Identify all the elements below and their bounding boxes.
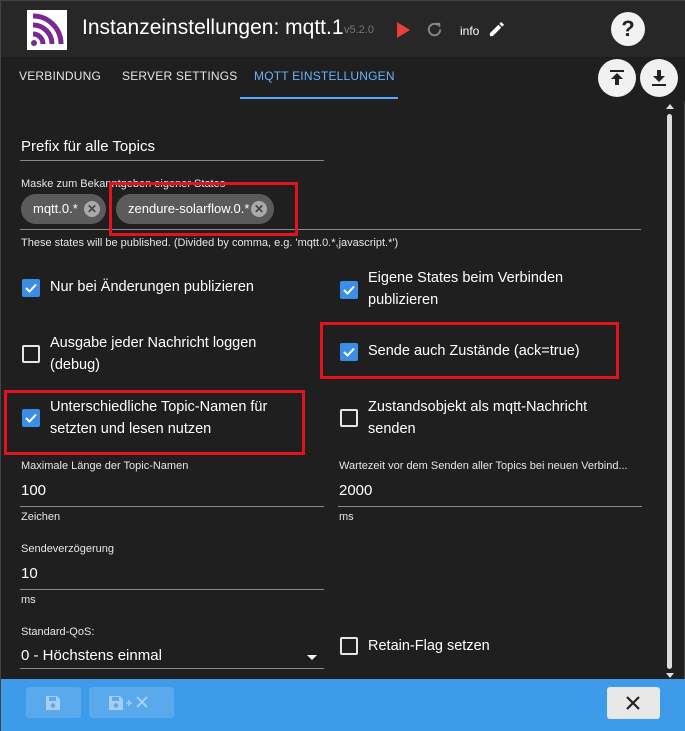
state-chip[interactable]: mqtt.0.* ✕ xyxy=(21,194,106,224)
pencil-icon[interactable] xyxy=(488,21,505,38)
checkmark-icon xyxy=(343,285,355,295)
upload-button[interactable] xyxy=(598,59,636,97)
state-object-label: Zustandsobjekt als mqtt-Nachricht senden xyxy=(368,399,588,437)
prefix-input-label[interactable]: Prefix für alle Topics xyxy=(21,138,155,155)
version-label: v5.2.0 xyxy=(344,24,374,36)
retain-flag-label: Retain-Flag setzen xyxy=(368,638,490,654)
tab-mqtt-einstellungen[interactable]: MQTT EINSTELLUNGEN xyxy=(254,69,395,83)
upload-icon xyxy=(610,70,624,85)
wait-time-unit: ms xyxy=(339,511,354,523)
wait-time-input[interactable]: 2000 xyxy=(339,482,372,499)
logo-icon xyxy=(27,10,67,50)
close-button[interactable] xyxy=(607,687,660,719)
help-icon[interactable]: ? xyxy=(611,12,645,46)
send-delay-label: Sendeverzögerung xyxy=(21,543,114,555)
scroll-up-icon[interactable] xyxy=(666,104,674,109)
own-states-checkbox[interactable] xyxy=(340,281,358,299)
max-length-underline xyxy=(20,506,324,507)
qos-label: Standard-QoS: xyxy=(21,626,95,638)
max-length-label: Maximale Länge der Topic-Namen xyxy=(21,460,189,472)
scrollbar[interactable] xyxy=(665,104,675,679)
reload-icon[interactable] xyxy=(425,20,444,39)
info-label: info xyxy=(460,24,480,38)
tab-verbindung[interactable]: VERBINDUNG xyxy=(19,69,101,83)
instance-settings-dialog: Instanzeinstellungen: mqtt.1 v5.2.0 info… xyxy=(0,0,685,731)
download-button[interactable] xyxy=(640,59,678,97)
send-delay-unit: ms xyxy=(21,594,36,606)
qos-select[interactable]: 0 - Höchstens einmal xyxy=(21,647,162,664)
wait-time-label: Wartezeit vor dem Senden aller Topics be… xyxy=(339,460,628,472)
close-icon xyxy=(626,696,640,710)
max-length-unit: Zeichen xyxy=(21,511,61,523)
prefix-input-underline xyxy=(20,160,324,161)
save-close-icon xyxy=(109,696,148,710)
header: Instanzeinstellungen: mqtt.1 v5.2.0 info… xyxy=(1,1,685,57)
only-changes-label: Nur bei Änderungen publizieren xyxy=(50,279,254,295)
mask-helper-text: These states will be published. (Divided… xyxy=(21,237,399,249)
scroll-down-icon[interactable] xyxy=(666,673,674,678)
log-messages-label: Ausgabe jeder Nachricht loggen (debug) xyxy=(50,335,257,373)
chip-remove-icon[interactable]: ✕ xyxy=(84,201,100,217)
wait-time-underline xyxy=(338,506,642,507)
download-icon xyxy=(652,70,666,86)
highlight-box-different-topics xyxy=(4,390,305,455)
chip-label: mqtt.0.* xyxy=(33,201,78,216)
retain-flag-checkbox[interactable] xyxy=(340,637,358,655)
state-object-checkbox[interactable] xyxy=(340,409,358,427)
checkmark-icon xyxy=(25,283,37,293)
log-messages-checkbox[interactable] xyxy=(22,345,40,363)
save-and-close-button[interactable] xyxy=(89,687,174,718)
highlight-box-mask-chip xyxy=(109,182,298,236)
only-changes-checkbox[interactable] xyxy=(22,279,40,297)
highlight-box-send-ack xyxy=(320,322,619,379)
qos-underline xyxy=(20,668,324,669)
tab-server-settings[interactable]: SERVER SETTINGS xyxy=(122,69,237,83)
tab-bar: VERBINDUNG SERVER SETTINGS MQTT EINSTELL… xyxy=(1,57,685,101)
max-length-input[interactable]: 100 xyxy=(21,482,46,499)
own-states-label: Eigene States beim Verbinden publizieren xyxy=(368,270,564,308)
send-delay-input[interactable]: 10 xyxy=(21,565,38,582)
page-title: Instanzeinstellungen: mqtt.1 xyxy=(82,16,344,39)
save-button[interactable] xyxy=(26,687,81,718)
active-tab-indicator xyxy=(240,97,398,99)
save-icon xyxy=(46,696,60,710)
send-delay-underline xyxy=(20,589,324,590)
scroll-thumb[interactable] xyxy=(667,114,672,669)
settings-content: Prefix für alle Topics Maske zum Bekannt… xyxy=(1,101,663,679)
dropdown-arrow-icon[interactable] xyxy=(307,655,317,660)
footer-bar xyxy=(1,679,685,731)
play-icon[interactable] xyxy=(396,21,411,39)
